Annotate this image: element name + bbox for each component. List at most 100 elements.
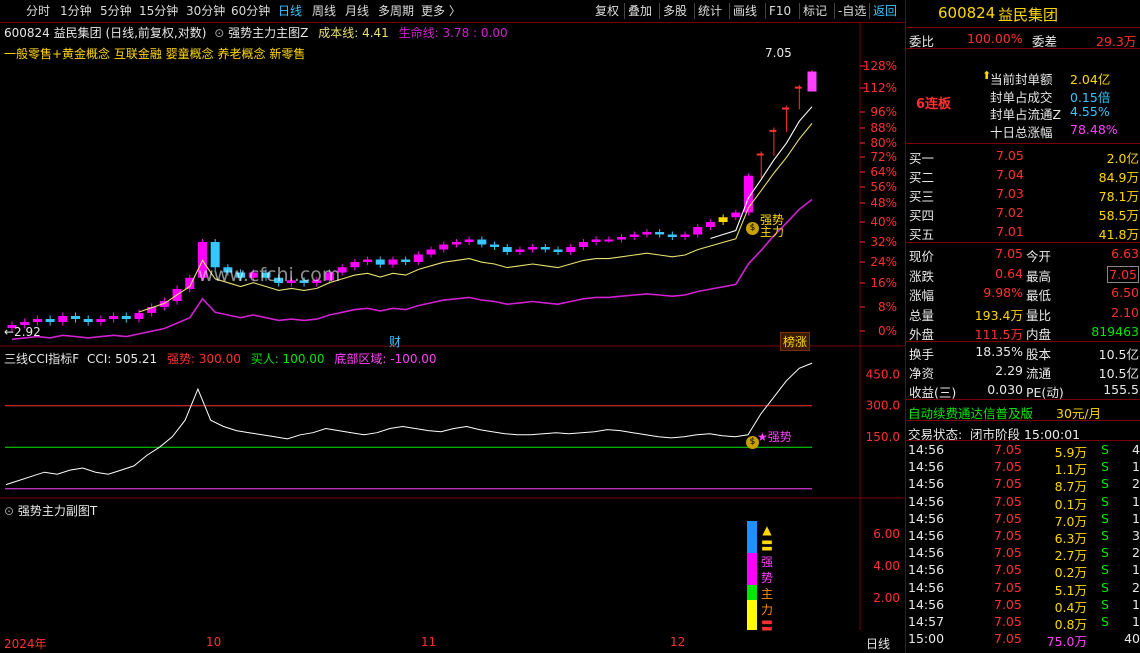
sub-y-tick: 2.00: [873, 591, 900, 605]
candle-body[interactable]: [350, 262, 360, 268]
tick-price: 7.05: [994, 510, 1022, 526]
cci-y-tick: 150.0: [866, 430, 900, 444]
candle-body[interactable]: [667, 234, 677, 238]
candle-body[interactable]: [591, 239, 601, 243]
cci-y-tick: 450.0: [866, 368, 900, 382]
candle-body[interactable]: [502, 247, 512, 252]
bid-row-4[interactable]: 买四 7.02 58.5万: [906, 205, 1140, 223]
signal-text-2: 主力: [760, 225, 785, 239]
cci-title[interactable]: 三线CCI指标F: [4, 352, 79, 366]
bid-volume: 58.5万: [1098, 208, 1139, 223]
sub-vertical-legend: ▲ 〓 强 势 主 力 〓: [760, 522, 774, 634]
bid-row-5[interactable]: 买五 7.01 41.8万: [906, 224, 1140, 242]
high-price-label: 7.05: [765, 46, 792, 60]
sub-legend-0: ▲: [762, 523, 772, 537]
tick-row: 14:56 7.05 8.7万 S 2: [906, 476, 1140, 494]
candle-body[interactable]: [45, 319, 55, 322]
tick-count: 1: [1132, 510, 1140, 526]
sub-title[interactable]: 强势主力副图T: [18, 504, 97, 518]
tick-volume: 0.4万: [1054, 599, 1087, 615]
candle-body[interactable]: [756, 153, 764, 156]
bid-row-2[interactable]: 买二 7.04 84.9万: [906, 167, 1140, 185]
tick-count: 1: [1132, 459, 1140, 475]
weibi-value: 100.00%: [967, 31, 1023, 46]
bid-volume: 41.8万: [1098, 227, 1139, 242]
period-label[interactable]: 日线: [866, 635, 890, 652]
candle-body[interactable]: [58, 316, 68, 322]
tick-time: 14:56: [908, 528, 945, 543]
candle-body[interactable]: [401, 259, 411, 263]
y-tick-label: 64%: [870, 165, 897, 179]
candle-body[interactable]: [70, 316, 80, 319]
rank-tag[interactable]: 榜涨: [780, 332, 811, 351]
fund-value-right: 10.5亿: [1098, 366, 1139, 381]
candle-body[interactable]: [439, 244, 449, 250]
candle-body[interactable]: [642, 232, 652, 235]
sub-dropdown-icon[interactable]: ⊙: [4, 504, 14, 518]
candle-body[interactable]: [807, 71, 817, 92]
sub-y-tick: 6.00: [873, 527, 900, 541]
candle-body[interactable]: [604, 239, 614, 242]
candle-body[interactable]: [718, 217, 728, 222]
candle-body[interactable]: [655, 232, 665, 235]
candle-body[interactable]: [490, 244, 500, 248]
moneybag-icon: $: [746, 222, 759, 235]
tick-volume: 5.1万: [1054, 582, 1087, 598]
quote-stat-row-1: 涨跌 0.64 最高 7.05: [906, 265, 1140, 284]
candle-body[interactable]: [109, 316, 119, 319]
candle-body[interactable]: [553, 249, 563, 253]
tick-time: 14:56: [908, 459, 945, 475]
tick-row: 14:56 7.05 0.2万 S 1: [906, 562, 1140, 580]
stat-value-left: 0.64: [995, 265, 1023, 281]
tick-row: 14:56 7.05 0.4万 S 1: [906, 596, 1140, 615]
candle-body[interactable]: [731, 212, 741, 218]
candle-body[interactable]: [540, 247, 550, 250]
tick-time: 14:56: [908, 510, 945, 526]
cci-bottom: 底部区域: -100.00: [334, 352, 437, 366]
stat-value-left: 9.98%: [983, 285, 1023, 300]
candle-body[interactable]: [629, 234, 639, 238]
finance-tag[interactable]: 财: [389, 333, 401, 350]
bid-row-3[interactable]: 买三 7.03 78.1万: [906, 186, 1140, 204]
candle-body[interactable]: [426, 249, 436, 255]
stat-value-right: 7.05: [1107, 265, 1139, 283]
tick-row: 15:00 7.05 75.0万 40: [906, 631, 1140, 649]
candle-body[interactable]: [769, 129, 777, 132]
candle-body[interactable]: [83, 319, 93, 322]
candle-body[interactable]: [363, 259, 373, 263]
candle-body[interactable]: [96, 319, 106, 322]
candle-body[interactable]: [680, 234, 690, 238]
candle-body[interactable]: [121, 316, 131, 319]
quote-stat-row-0: 现价 7.05 今开 6.63: [906, 246, 1140, 264]
candle-body[interactable]: [782, 107, 790, 110]
tick-count: 1: [1132, 614, 1140, 629]
bid-row-1[interactable]: 买一 7.05 2.0亿: [906, 148, 1140, 166]
tick-price: 7.05: [994, 459, 1022, 475]
bid-price: 7.04: [996, 167, 1024, 182]
candle-body[interactable]: [515, 249, 525, 253]
candle-body[interactable]: [32, 319, 42, 322]
candle-body[interactable]: [705, 222, 715, 227]
stock-code: 600824: [938, 4, 996, 22]
candle-body[interactable]: [388, 259, 398, 265]
candle-body[interactable]: [375, 259, 385, 265]
bid-volume: 2.0亿: [1106, 151, 1139, 166]
candle-body[interactable]: [693, 227, 703, 235]
tick-count: 1: [1132, 493, 1140, 509]
candle-body[interactable]: [617, 237, 627, 240]
candle-body[interactable]: [528, 247, 538, 250]
candle-body[interactable]: [451, 242, 461, 245]
tick-volume: 0.8万: [1054, 617, 1087, 632]
candle-body[interactable]: [794, 86, 802, 89]
tick-time: 14:56: [908, 596, 945, 612]
candle-body[interactable]: [413, 254, 423, 263]
tick-price: 7.05: [994, 614, 1022, 629]
candle-body[interactable]: [578, 242, 588, 247]
tick-time: 14:56: [908, 442, 945, 457]
candle-body[interactable]: [477, 239, 487, 245]
candle-body[interactable]: [464, 239, 474, 243]
candle-body[interactable]: [134, 313, 144, 319]
candle-body[interactable]: [566, 247, 576, 252]
seal-label-1: 封单占成交: [990, 89, 1053, 105]
sub-legend-4: 主: [760, 587, 773, 601]
